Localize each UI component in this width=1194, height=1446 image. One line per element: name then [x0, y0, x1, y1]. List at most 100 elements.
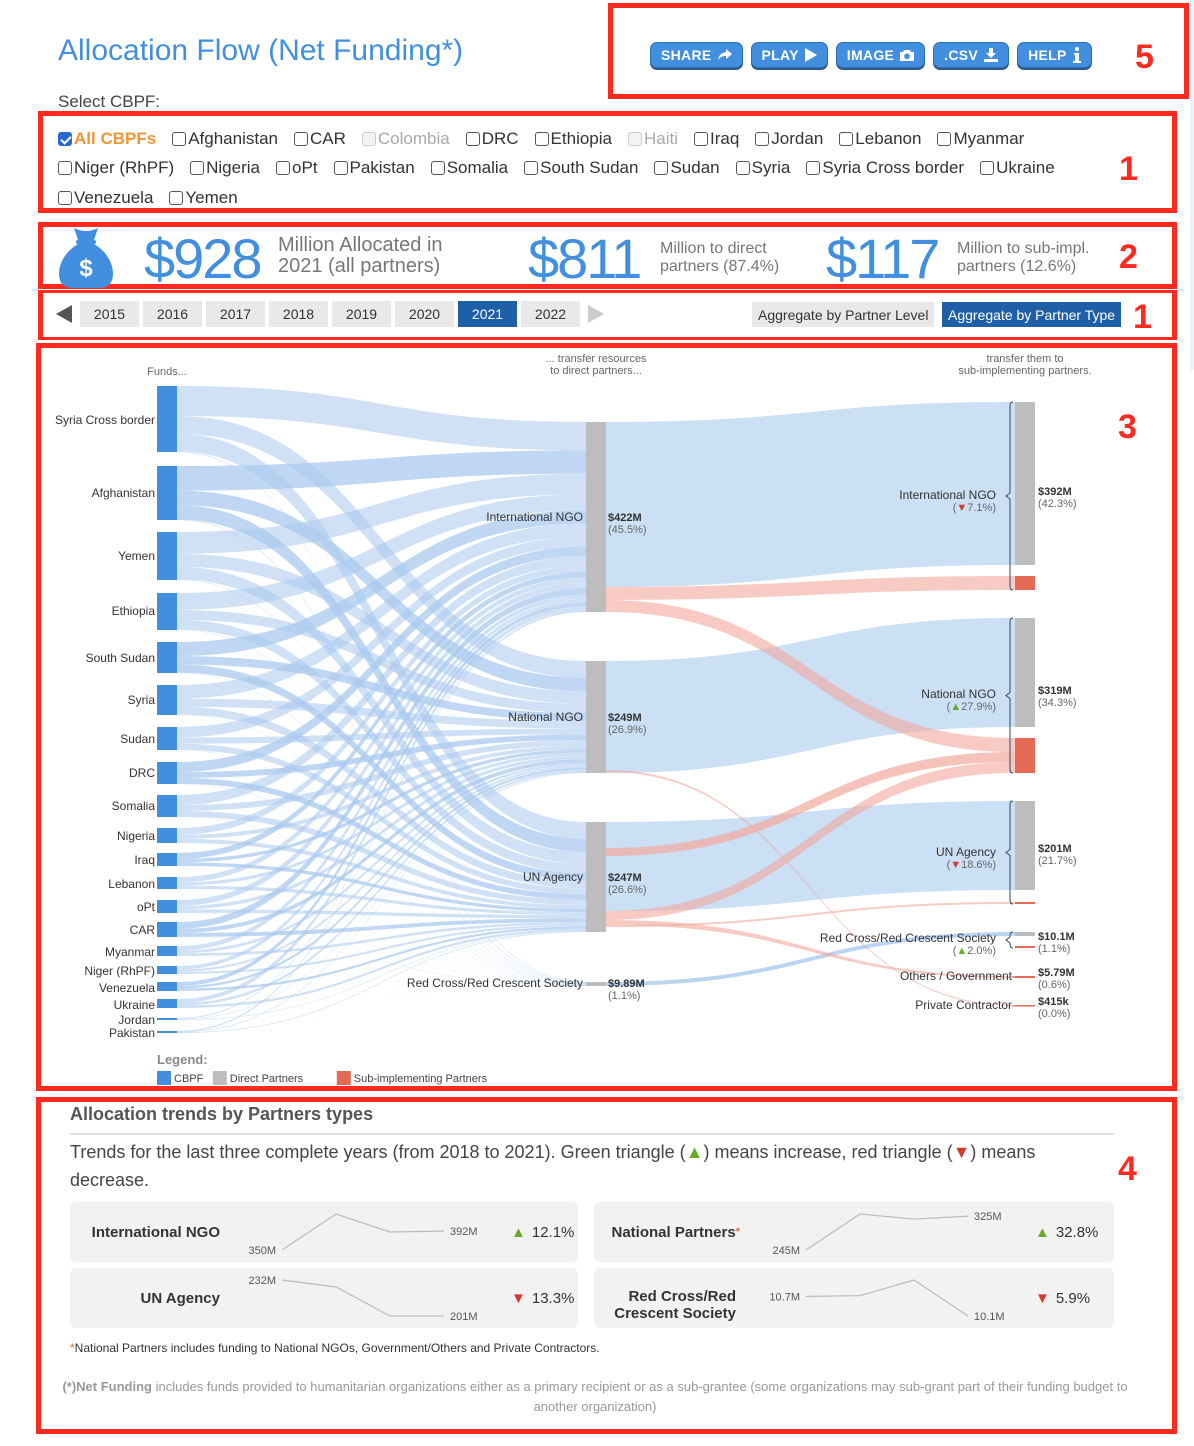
- year-button-2018[interactable]: 2018: [269, 301, 328, 327]
- checkbox-label: Niger (RhPF): [74, 158, 175, 177]
- checkbox-box[interactable]: [937, 132, 952, 146]
- year-button-2016[interactable]: 2016: [143, 301, 202, 327]
- aggregate-by-partner-level-button[interactable]: Aggregate by Partner Level: [752, 302, 935, 327]
- net-partner-pct: (0.6%): [1038, 979, 1070, 991]
- net-partner-sub-node[interactable]: [1015, 976, 1035, 978]
- link-fund-to-direct[interactable]: [177, 985, 586, 1034]
- net-partner-direct-node[interactable]: [1015, 402, 1035, 565]
- fund-node[interactable]: [157, 999, 177, 1008]
- net-partner-sub-node[interactable]: [1015, 738, 1035, 773]
- fund-label: Nigeria: [117, 829, 155, 843]
- checkbox-box[interactable]: [58, 132, 72, 146]
- checkbox-box[interactable]: [980, 161, 995, 175]
- checkbox-box[interactable]: [806, 161, 821, 175]
- fund-node[interactable]: [157, 1018, 177, 1020]
- checkbox-afghanistan[interactable]: Afghanistan: [172, 129, 278, 149]
- net-partner-sub-node[interactable]: [1015, 902, 1035, 904]
- checkbox-box[interactable]: [755, 132, 770, 146]
- checkbox-myanmar[interactable]: Myanmar: [937, 129, 1024, 149]
- direct-partner-node[interactable]: [586, 982, 606, 986]
- fund-node[interactable]: [157, 762, 177, 784]
- checkbox-car[interactable]: CAR: [293, 129, 346, 149]
- checkbox-niger-rhpf[interactable]: Niger (RhPF): [58, 158, 174, 178]
- net-partner-sub-node[interactable]: [1015, 576, 1035, 590]
- checkbox-venezuela[interactable]: Venezuela: [58, 188, 153, 208]
- fund-node[interactable]: [157, 795, 177, 817]
- fund-node[interactable]: [157, 828, 177, 843]
- checkbox-box[interactable]: [654, 161, 669, 175]
- checkbox-pakistan[interactable]: Pakistan: [333, 158, 415, 178]
- trend-change-value: 13.3%: [531, 1290, 575, 1307]
- checkbox-box[interactable]: [58, 161, 72, 175]
- year-button-2019[interactable]: 2019: [332, 301, 391, 327]
- checkbox-sudan[interactable]: Sudan: [654, 158, 720, 178]
- fund-node[interactable]: [157, 727, 177, 750]
- fund-node[interactable]: [157, 982, 177, 991]
- net-partner-label: International NGO: [899, 488, 996, 502]
- fund-node[interactable]: [157, 877, 177, 889]
- share-button[interactable]: SHARE: [650, 42, 743, 68]
- fund-node[interactable]: [157, 1031, 177, 1033]
- checkbox-lebanon[interactable]: Lebanon: [839, 129, 921, 149]
- checkbox-box[interactable]: [293, 132, 308, 146]
- fund-node[interactable]: [157, 946, 177, 956]
- checkbox-nigeria[interactable]: Nigeria: [190, 158, 260, 178]
- year-button-2015[interactable]: 2015: [80, 301, 139, 327]
- checkbox-drc[interactable]: DRC: [465, 129, 519, 149]
- checkbox-jordan[interactable]: Jordan: [755, 129, 823, 149]
- year-button-2022[interactable]: 2022: [521, 301, 580, 327]
- fund-node[interactable]: [157, 466, 177, 520]
- csv-button[interactable]: .CSV: [933, 42, 1010, 68]
- previous-year-arrow[interactable]: [56, 305, 72, 323]
- checkbox-yemen[interactable]: Yemen: [169, 188, 238, 208]
- net-partner-direct-node[interactable]: [1015, 932, 1035, 936]
- checkbox-south-sudan[interactable]: South Sudan: [524, 158, 638, 178]
- net-partner-direct-node[interactable]: [1015, 618, 1035, 727]
- page-scrollbar[interactable]: [1190, 0, 1194, 370]
- fund-node[interactable]: [157, 853, 177, 866]
- net-partner-sub-node[interactable]: [1015, 946, 1035, 948]
- fund-node[interactable]: [157, 966, 177, 974]
- checkbox-syria-cross-border[interactable]: Syria Cross border: [806, 158, 964, 178]
- net-partner-sub-node[interactable]: [1015, 1005, 1035, 1007]
- checkbox-box[interactable]: [275, 161, 290, 175]
- checkbox-box[interactable]: [735, 161, 750, 175]
- checkbox-box[interactable]: [694, 132, 708, 146]
- aggregate-by-partner-type-button[interactable]: Aggregate by Partner Type: [942, 302, 1122, 327]
- checkbox-box[interactable]: [172, 132, 187, 146]
- checkbox-box[interactable]: [333, 161, 348, 175]
- checkbox-ukraine[interactable]: Ukraine: [980, 158, 1055, 178]
- checkbox-box[interactable]: [465, 132, 480, 146]
- checkbox-box[interactable]: [839, 132, 854, 146]
- help-button[interactable]: HELP: [1017, 42, 1092, 68]
- next-year-arrow[interactable]: [588, 305, 604, 323]
- fund-node[interactable]: [157, 642, 177, 673]
- checkbox-box[interactable]: [534, 132, 549, 146]
- fund-node[interactable]: [157, 900, 177, 913]
- fund-node[interactable]: [157, 922, 177, 937]
- checkbox-syria[interactable]: Syria: [735, 158, 790, 178]
- checkbox-box[interactable]: [58, 191, 72, 205]
- year-button-2021[interactable]: 2021: [458, 301, 517, 327]
- direct-partner-node[interactable]: [586, 661, 606, 773]
- checkbox-box[interactable]: [169, 191, 184, 205]
- checkbox-somalia[interactable]: Somalia: [430, 158, 508, 178]
- image-button[interactable]: IMAGE: [835, 42, 926, 68]
- fund-node[interactable]: [157, 593, 177, 630]
- play-button[interactable]: PLAY: [750, 42, 828, 68]
- checkbox-all-cbpfs[interactable]: All CBPFs: [58, 129, 156, 149]
- direct-partner-node[interactable]: [586, 822, 606, 932]
- checkbox-opt[interactable]: oPt: [275, 158, 318, 178]
- year-button-2020[interactable]: 2020: [395, 301, 454, 327]
- fund-node[interactable]: [157, 532, 177, 580]
- direct-partner-node[interactable]: [586, 422, 606, 612]
- fund-node[interactable]: [157, 685, 177, 715]
- checkbox-iraq[interactable]: Iraq: [694, 129, 739, 149]
- checkbox-box[interactable]: [430, 161, 445, 175]
- fund-node[interactable]: [157, 386, 177, 452]
- checkbox-box[interactable]: [524, 161, 539, 175]
- checkbox-ethiopia[interactable]: Ethiopia: [534, 129, 612, 149]
- year-button-2017[interactable]: 2017: [206, 301, 265, 327]
- net-partner-direct-node[interactable]: [1015, 801, 1035, 890]
- checkbox-box[interactable]: [190, 161, 205, 175]
